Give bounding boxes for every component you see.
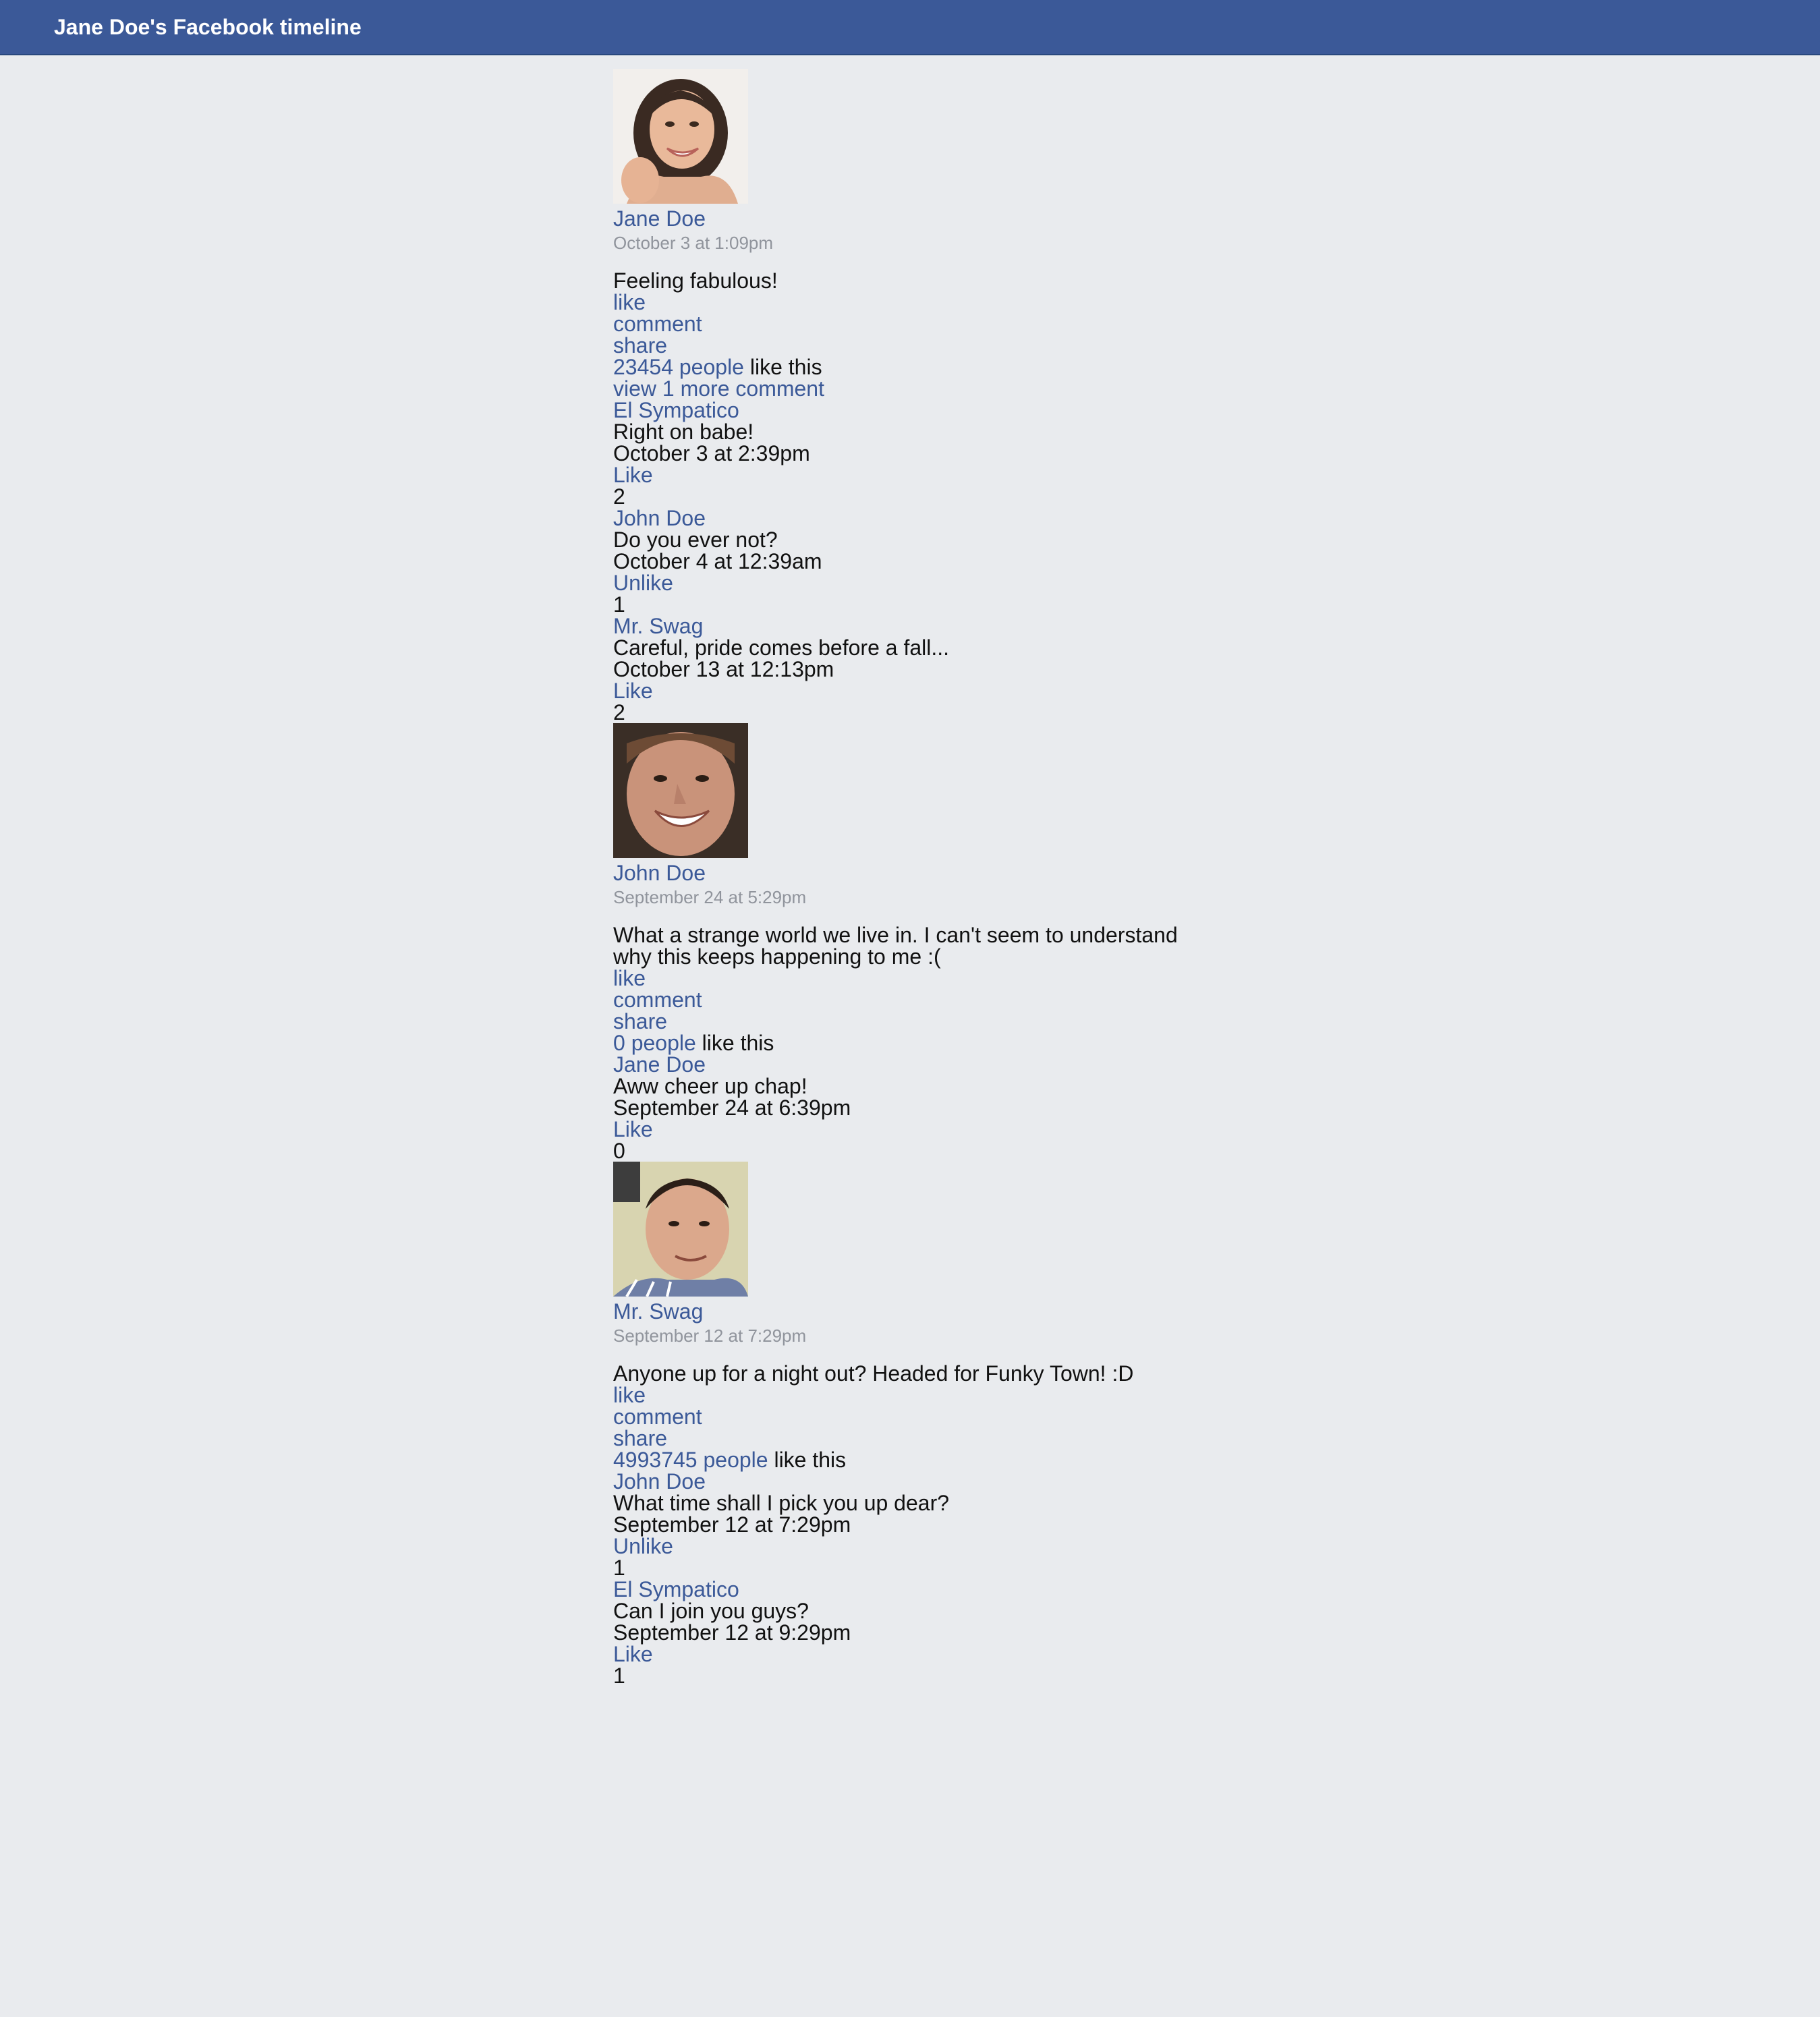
comment-author[interactable]: Mr. Swag (613, 615, 1193, 637)
comment-timestamp: October 13 at 12:13pm (613, 657, 834, 681)
share-link[interactable]: share (613, 335, 1193, 356)
view-more-comments-link[interactable]: view 1 more comment (613, 378, 1193, 399)
comment-text: What time shall I pick you up dear? (613, 1491, 950, 1515)
timeline-feed: Jane Doe October 3 at 1:09pm Feeling fab… (613, 69, 1193, 1686)
post-author[interactable]: John Doe (613, 861, 1193, 885)
post-timestamp: September 24 at 5:29pm (613, 887, 807, 907)
comment-link[interactable]: comment (613, 313, 1193, 335)
comment: Mr. Swag Careful, pride comes before a f… (613, 615, 1193, 723)
likes-count-link[interactable]: 23454 people (613, 355, 744, 379)
post-text: What a strange world we live in. I can't… (613, 923, 1178, 969)
post-john-doe: John Doe September 24 at 5:29pm What a s… (613, 723, 1193, 1162)
comment-author[interactable]: El Sympatico (613, 1579, 1193, 1600)
comment-text: Aww cheer up chap! (613, 1074, 807, 1098)
comment-text: Do you ever not? (613, 528, 778, 552)
post-timestamp: September 12 at 7:29pm (613, 1326, 807, 1346)
like-link[interactable]: like (613, 291, 1193, 313)
like-link[interactable]: like (613, 967, 1193, 989)
comment-like-link[interactable]: Like (613, 680, 1193, 702)
comment-like-count: 1 (613, 1556, 625, 1580)
avatar-jane-doe[interactable] (613, 69, 748, 204)
post-author[interactable]: Jane Doe (613, 206, 1193, 231)
page-title: Jane Doe's Facebook timeline (54, 15, 362, 39)
comment-like-link[interactable]: Like (613, 1643, 1193, 1665)
comment-timestamp: September 12 at 9:29pm (613, 1620, 851, 1645)
comment-author[interactable]: El Sympatico (613, 399, 1193, 421)
post-author[interactable]: Mr. Swag (613, 1299, 1193, 1324)
comment-like-count: 1 (613, 1664, 625, 1688)
comment-text: Right on babe! (613, 420, 754, 444)
avatar-mr-swag[interactable] (613, 1162, 748, 1297)
comment: El Sympatico Can I join you guys? Septem… (613, 1579, 1193, 1686)
post-text: Feeling fabulous! (613, 268, 778, 293)
share-link[interactable]: share (613, 1427, 1193, 1449)
comment-timestamp: September 24 at 6:39pm (613, 1096, 851, 1120)
post-mr-swag: Mr. Swag September 12 at 7:29pm Anyone u… (613, 1162, 1193, 1686)
likes-count-link[interactable]: 4993745 people (613, 1448, 768, 1472)
comment-like-count: 2 (613, 700, 625, 725)
comment-author[interactable]: John Doe (613, 507, 1193, 529)
comment-link[interactable]: comment (613, 989, 1193, 1011)
likes-count-link[interactable]: 0 people (613, 1031, 696, 1055)
comment-like-link[interactable]: Like (613, 464, 1193, 486)
comment-unlike-link[interactable]: Unlike (613, 572, 1193, 594)
post-text: Anyone up for a night out? Headed for Fu… (613, 1361, 1134, 1386)
post-timestamp: October 3 at 1:09pm (613, 233, 774, 253)
comment: John Doe What time shall I pick you up d… (613, 1471, 1193, 1579)
likes-suffix: like this (768, 1448, 847, 1472)
post-jane-doe: Jane Doe October 3 at 1:09pm Feeling fab… (613, 69, 1193, 723)
comment: El Sympatico Right on babe! October 3 at… (613, 399, 1193, 507)
comment-unlike-link[interactable]: Unlike (613, 1535, 1193, 1557)
comment-like-count: 1 (613, 592, 625, 617)
comment-like-link[interactable]: Like (613, 1118, 1193, 1140)
likes-suffix: like this (743, 355, 822, 379)
comment-text: Careful, pride comes before a fall... (613, 635, 950, 660)
likes-summary: 23454 people like this (613, 356, 1193, 378)
likes-summary: 0 people like this (613, 1032, 1193, 1054)
comment-link[interactable]: comment (613, 1406, 1193, 1427)
like-link[interactable]: like (613, 1384, 1193, 1406)
comment: Jane Doe Aww cheer up chap! September 24… (613, 1054, 1193, 1162)
comment-timestamp: September 12 at 7:29pm (613, 1512, 851, 1537)
comment-author[interactable]: Jane Doe (613, 1054, 1193, 1075)
share-link[interactable]: share (613, 1011, 1193, 1032)
top-bar: Jane Doe's Facebook timeline (0, 0, 1820, 55)
likes-suffix: like this (695, 1031, 774, 1055)
comment: John Doe Do you ever not? October 4 at 1… (613, 507, 1193, 615)
comment-like-count: 2 (613, 484, 625, 509)
likes-summary: 4993745 people like this (613, 1449, 1193, 1471)
comment-author[interactable]: John Doe (613, 1471, 1193, 1492)
avatar-john-doe[interactable] (613, 723, 748, 858)
comment-text: Can I join you guys? (613, 1599, 809, 1623)
comment-timestamp: October 3 at 2:39pm (613, 441, 810, 465)
comment-like-count: 0 (613, 1139, 625, 1163)
comment-timestamp: October 4 at 12:39am (613, 549, 822, 573)
